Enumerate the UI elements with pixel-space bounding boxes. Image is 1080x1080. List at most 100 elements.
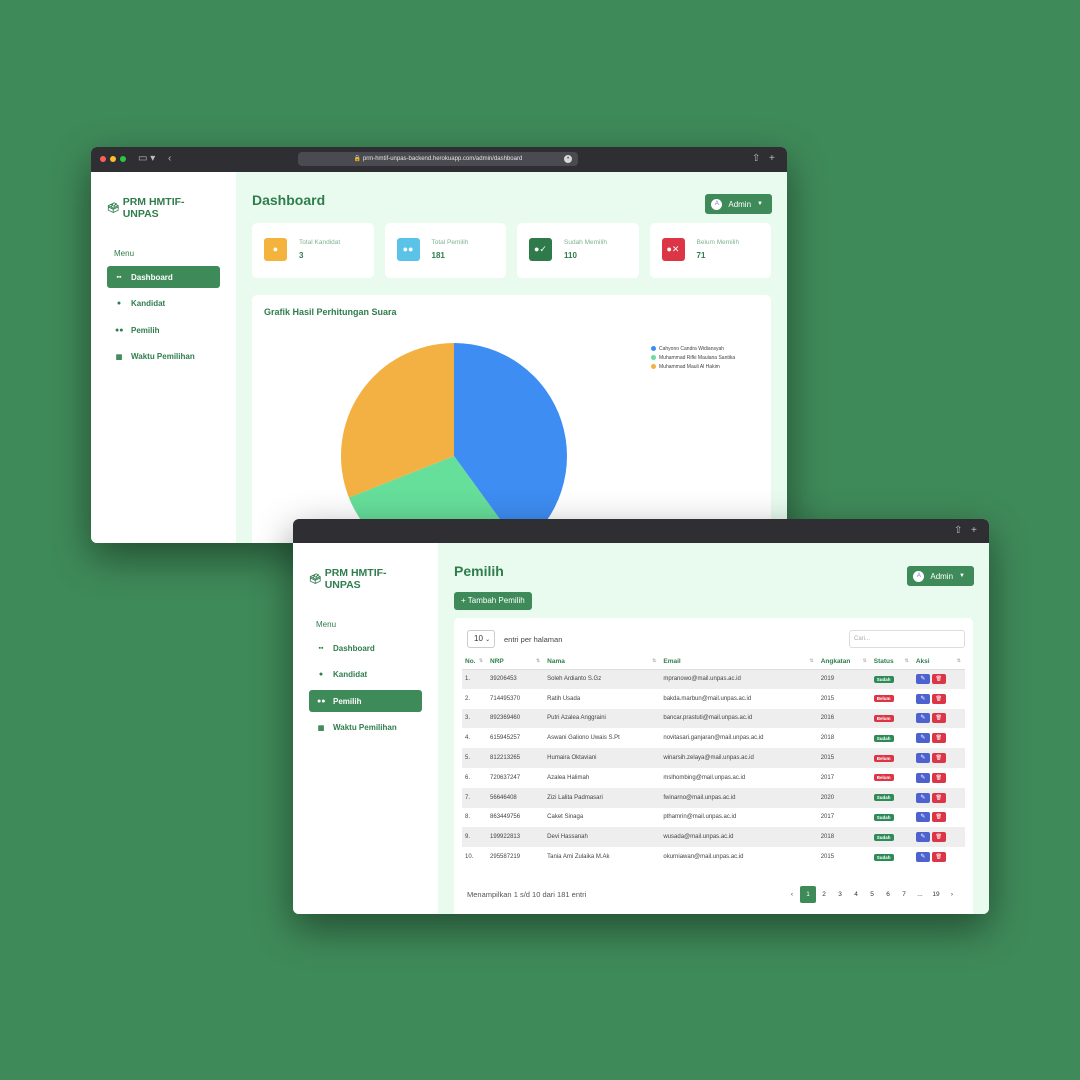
share-icon[interactable]: ⇧ [752, 152, 760, 166]
edit-icon[interactable]: ✎ [915, 812, 930, 823]
page-size-select[interactable]: 10 ⌄ [467, 630, 495, 648]
sort-icon[interactable]: ⇅ [809, 658, 813, 664]
status-badge: Belum [873, 695, 894, 703]
page-button[interactable]: 19 [928, 886, 944, 903]
address-bar[interactable]: 🔒 prm-hmtif-unpas-backend.herokuapp.com/… [298, 152, 578, 166]
cell-angkatan: 2020 [817, 787, 871, 808]
status-badge: Sudah [873, 813, 894, 821]
maximize-window-button[interactable] [120, 156, 126, 162]
edit-icon[interactable]: ✎ [915, 713, 930, 724]
column-header[interactable]: NRP ⇅ [487, 655, 545, 670]
sidebar-item-pemilih[interactable]: ●● Pemilih [309, 690, 422, 712]
sidebar-item-waktu-pemilihan[interactable]: ▦ Waktu Pemilihan [107, 346, 220, 368]
status-badge: Belum [873, 714, 894, 722]
cell-no: 6. [465, 774, 471, 781]
trash-icon[interactable]: 🗑 [931, 674, 946, 685]
brand[interactable]: 🗳 PRM HMTIF-UNPAS [309, 567, 422, 591]
column-header[interactable]: Angkatan ⇅ [817, 655, 871, 670]
sort-icon[interactable]: ⇅ [652, 658, 656, 664]
sort-icon[interactable]: ⇅ [905, 658, 909, 664]
trash-icon[interactable]: 🗑 [931, 753, 946, 764]
cell-nama: Tania Ami Zulaika M.Ak [547, 854, 610, 861]
search-input[interactable]: Cari... [849, 630, 965, 648]
new-tab-icon[interactable]: + [769, 152, 775, 166]
users-icon: ●● [115, 326, 124, 334]
column-header[interactable]: Email ⇅ [660, 655, 818, 670]
legend-item[interactable]: Muhammad Mauli Al Hakim [651, 362, 735, 371]
cell-status: Belum [871, 768, 913, 788]
cell-no: 2. [465, 695, 471, 702]
cell-actions: ✎ 🗑 [913, 728, 965, 748]
pagination: ‹ 1 2 3 4 5 6 7... 19 › [784, 885, 960, 903]
page-button[interactable]: 5 [864, 886, 880, 903]
column-header-label: Angkatan [820, 658, 851, 666]
close-window-button[interactable] [100, 156, 106, 162]
sort-icon[interactable]: ⇅ [479, 658, 483, 664]
sidebar-item-kandidat[interactable]: ● Kandidat [107, 293, 220, 315]
vote-chart-card: Grafik Hasil Perhitungan Suara Cahyono C… [252, 295, 771, 543]
edit-icon[interactable]: ✎ [915, 772, 930, 783]
edit-icon[interactable]: ✎ [915, 832, 930, 843]
sidebar-item-label: Waktu Pemilihan [131, 352, 195, 361]
legend-item[interactable]: Cahyono Candra Widiansyah [651, 344, 735, 353]
admin-dropdown-button[interactable]: A Admin ▼ [705, 194, 772, 214]
brand[interactable]: 🗳 PRM HMTIF-UNPAS [107, 196, 220, 220]
page-button[interactable]: 4 [848, 886, 864, 903]
trash-icon[interactable]: 🗑 [931, 772, 946, 783]
column-header[interactable]: No. ⇅ [462, 655, 488, 670]
cell-email: mslhombing@mail.unpas.ac.id [663, 774, 746, 781]
column-header[interactable]: Status ⇅ [870, 655, 913, 670]
reader-icon[interactable]: • [564, 155, 572, 163]
cell-status: Belum [871, 689, 913, 709]
stat-cards: ● Total Kandidat 3 ●● Total Pemilih 181 … [252, 223, 771, 278]
column-header[interactable]: Aksi ⇅ [912, 655, 965, 670]
sort-icon[interactable]: ⇅ [536, 658, 540, 664]
sidebar-toggle-icon[interactable]: ▭ ▾ [138, 152, 155, 166]
new-tab-icon[interactable]: + [971, 524, 977, 538]
next-page-button[interactable]: › [944, 886, 960, 903]
trash-icon[interactable]: 🗑 [931, 733, 946, 744]
page-button[interactable]: 6 [880, 886, 896, 903]
stat-value: 181 [431, 251, 445, 260]
cell-no: 1. [462, 669, 488, 689]
trash-icon[interactable]: 🗑 [931, 852, 946, 863]
page-button[interactable]: 3 [832, 886, 848, 903]
minimize-window-button[interactable] [110, 156, 116, 162]
edit-icon[interactable]: ✎ [915, 792, 930, 803]
table-row: 6. 720637247 Azalea Halimah mslhombing@mail… [462, 768, 965, 788]
chevron-down-icon: ⌄ [485, 637, 491, 643]
sidebar-item-kandidat[interactable]: ● Kandidat [309, 664, 422, 686]
edit-icon[interactable]: ✎ [915, 753, 930, 764]
trash-icon[interactable]: 🗑 [931, 832, 946, 843]
trash-icon[interactable]: 🗑 [931, 792, 946, 803]
edit-icon[interactable]: ✎ [915, 674, 930, 685]
page-button[interactable]: 7 [896, 886, 912, 903]
trash-icon[interactable]: 🗑 [931, 713, 946, 724]
add-pemilih-button[interactable]: + Tambah Pemilih [454, 592, 532, 610]
sidebar-item-dashboard[interactable]: ▪▪ Dashboard [309, 637, 422, 659]
edit-icon[interactable]: ✎ [915, 693, 930, 704]
status-badge: Sudah [873, 853, 894, 861]
edit-icon[interactable]: ✎ [915, 852, 930, 863]
table-row: 2. 714495370 Ratih Usada bakda.marbun@mail.… [462, 689, 965, 709]
cell-no: 10. [465, 854, 474, 861]
sidebar-item-pemilih[interactable]: ●● Pemilih [107, 319, 220, 341]
back-icon[interactable]: ‹ [168, 152, 171, 166]
trash-icon[interactable]: 🗑 [931, 693, 946, 704]
cell-no: 9. [462, 827, 488, 848]
column-header[interactable]: Nama ⇅ [544, 655, 661, 670]
sidebar-item-dashboard[interactable]: ▪▪ Dashboard [107, 266, 220, 288]
status-badge: Sudah [873, 734, 894, 742]
sidebar-item-waktu-pemilihan[interactable]: ▦ Waktu Pemilihan [309, 717, 422, 739]
admin-dropdown-button[interactable]: A Admin ▼ [907, 566, 974, 586]
prev-page-button[interactable]: ‹ [784, 886, 800, 903]
sort-icon[interactable]: ⇅ [863, 658, 867, 664]
page-button[interactable]: 2 [816, 886, 832, 903]
sort-icon[interactable]: ⇅ [957, 658, 961, 664]
admin-label: Admin [930, 571, 954, 581]
edit-icon[interactable]: ✎ [915, 733, 930, 744]
legend-item[interactable]: Muhammad Rifki Maulana Santika [651, 353, 735, 362]
page-button[interactable]: 1 [800, 885, 816, 903]
share-icon[interactable]: ⇧ [954, 524, 962, 538]
trash-icon[interactable]: 🗑 [931, 812, 946, 823]
